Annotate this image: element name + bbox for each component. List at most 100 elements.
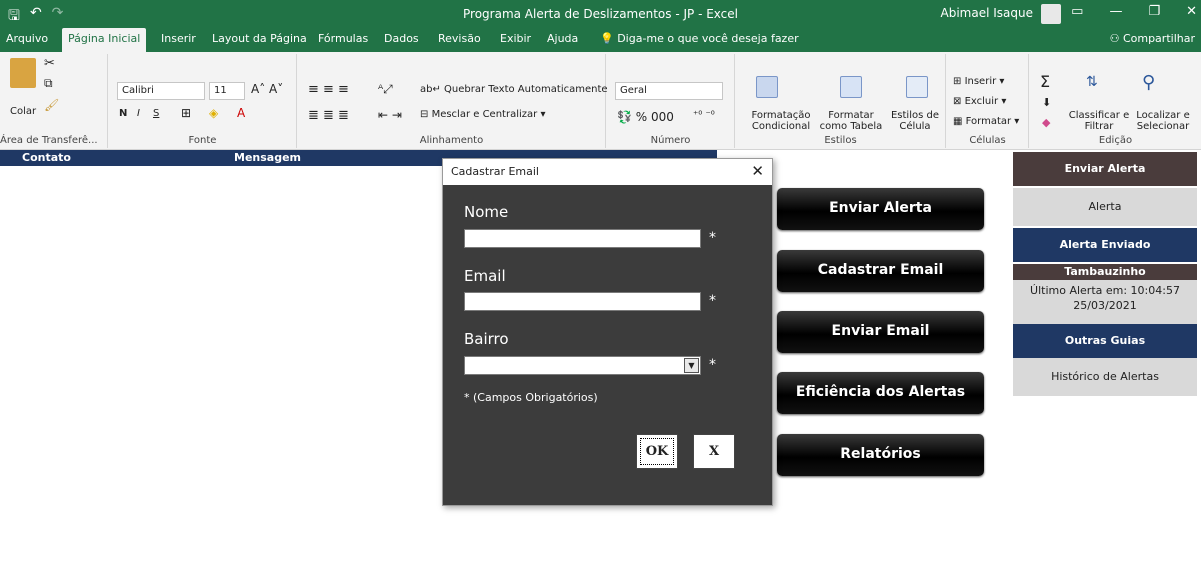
sort-filter-icon[interactable]: ⇅ <box>1086 74 1098 90</box>
cadastrar-email-button[interactable]: Cadastrar Email <box>777 250 984 292</box>
header-mensagem: Mensagem <box>234 151 302 164</box>
bold-icon[interactable]: N <box>119 108 127 119</box>
format-table-button[interactable]: Formatar como Tabela <box>816 110 886 132</box>
clear-icon[interactable]: ◆ <box>1042 116 1050 129</box>
font-label: Fonte <box>188 135 217 146</box>
find-select-button[interactable]: Localizar e Selecionar <box>1130 110 1196 132</box>
wrap-icon: ab↵ <box>420 84 445 95</box>
ribbon: Colar ✂ ⧉ 🖌 Área de Transferê... Calibri… <box>0 52 1201 150</box>
tab-arquivo[interactable]: Arquivo <box>6 32 48 45</box>
merge-center-button[interactable]: ⊟ Mesclar e Centralizar ▾ <box>420 109 545 120</box>
tab-inserir[interactable]: Inserir <box>161 32 196 45</box>
tab-revisao[interactable]: Revisão <box>438 32 481 45</box>
cadastrar-email-dialog: Cadastrar Email ✕ Nome * Email * Bairro … <box>442 158 773 506</box>
tell-me-box[interactable]: 💡 Diga-me o que você deseja fazer <box>600 32 799 45</box>
dropdown-arrow-icon[interactable]: ▼ <box>684 358 699 373</box>
format-icon: ▦ <box>953 116 966 127</box>
header-contato: Contato <box>22 151 71 164</box>
merge-icon: ⊟ <box>420 109 432 120</box>
relatorios-button[interactable]: Relatórios <box>777 434 984 476</box>
copy-icon[interactable]: ⧉ <box>44 76 53 91</box>
close-window-icon[interactable]: ✕ <box>1186 4 1197 19</box>
insert-cells-button[interactable]: ⊞ Inserir ▾ <box>953 76 1004 87</box>
nome-input[interactable] <box>464 229 701 248</box>
paste-icon[interactable] <box>10 58 36 88</box>
email-required-mark: * <box>709 293 716 309</box>
tab-pagina-inicial[interactable]: Página Inicial <box>62 28 147 52</box>
conditional-format-button[interactable]: Formatação Condicional <box>746 110 816 132</box>
panel-ultimo-alerta: Último Alerta em: 10:04:57 25/03/2021 <box>1013 280 1197 324</box>
required-fields-note: * (Campos Obrigatórios) <box>464 391 598 404</box>
find-icon[interactable]: ⚲ <box>1142 72 1155 93</box>
conditional-format-icon[interactable] <box>756 76 778 98</box>
maximize-icon[interactable]: ❐ <box>1148 4 1160 19</box>
panel-enviar-alerta[interactable]: Enviar Alerta <box>1013 152 1197 186</box>
avatar[interactable] <box>1041 4 1061 24</box>
paste-label[interactable]: Colar <box>10 106 36 117</box>
autosum-icon[interactable]: Σ <box>1040 72 1050 91</box>
ribbon-display-icon[interactable]: ▭ <box>1071 4 1083 19</box>
font-size-box[interactable]: 11 <box>209 82 245 100</box>
bairro-select[interactable]: ▼ <box>464 356 701 375</box>
group-number: Geral 💱 % 000 ⁺⁰ ⁻⁰ Número <box>607 54 735 148</box>
email-label: Email <box>464 267 506 285</box>
cell-styles-icon[interactable] <box>906 76 928 98</box>
fill-icon[interactable]: ⬇ <box>1042 96 1051 109</box>
tab-layout[interactable]: Layout da Página <box>212 32 307 45</box>
format-table-icon[interactable] <box>840 76 862 98</box>
nome-label: Nome <box>464 203 509 221</box>
align-top-icon[interactable]: ≡ ≡ ≡ <box>308 82 349 97</box>
panel-outras-guias[interactable]: Outras Guias <box>1013 324 1197 358</box>
alignment-label: Alinhamento <box>419 135 484 146</box>
orientation-icon[interactable]: ᴬ⤢ <box>378 82 393 97</box>
bairro-required-mark: * <box>709 357 716 373</box>
cell-styles-button[interactable]: Estilos de Célula <box>886 110 944 132</box>
enviar-email-button[interactable]: Enviar Email <box>777 311 984 353</box>
tab-ajuda[interactable]: Ajuda <box>547 32 578 45</box>
indent-icon[interactable]: ⇤ ⇥ <box>378 108 402 122</box>
clipboard-label: Área de Transferê... <box>0 135 98 146</box>
sort-filter-button[interactable]: Classificar e Filtrar <box>1066 110 1132 132</box>
format-cells-button[interactable]: ▦ Formatar ▾ <box>953 116 1019 127</box>
borders-icon[interactable]: ⊞ <box>181 106 191 120</box>
eficiencia-alertas-button[interactable]: Eficiência dos Alertas <box>777 372 984 414</box>
tab-exibir[interactable]: Exibir <box>500 32 531 45</box>
panel-historico[interactable]: Histórico de Alertas <box>1013 358 1197 396</box>
ribbon-tabs: Arquivo Página Inicial Inserir Layout da… <box>0 28 1201 52</box>
tab-dados[interactable]: Dados <box>384 32 419 45</box>
fill-color-icon[interactable]: ◈ <box>209 106 218 120</box>
user-name[interactable]: Abimael Isaque <box>941 6 1033 20</box>
font-color-icon[interactable]: A <box>237 106 245 120</box>
grow-font-icon[interactable]: A˄ A˅ <box>251 82 283 96</box>
panel-alerta: Alerta <box>1013 188 1197 226</box>
ok-button[interactable]: OK <box>636 434 678 469</box>
cancel-button[interactable]: X <box>693 434 735 469</box>
wrap-text-button[interactable]: ab↵ Quebrar Texto Automaticamente <box>420 84 608 95</box>
panel-bairro: Tambauzinho <box>1013 264 1197 280</box>
tab-formulas[interactable]: Fórmulas <box>318 32 368 45</box>
minimize-icon[interactable]: — <box>1109 4 1122 19</box>
group-font: Calibri 11 A˄ A˅ N I S ⊞ ◈ A Fonte <box>109 54 297 148</box>
close-icon[interactable]: ✕ <box>751 162 764 180</box>
underline-icon[interactable]: S <box>153 108 159 119</box>
number-format-box[interactable]: Geral <box>615 82 723 100</box>
share-button[interactable]: ⚇ Compartilhar <box>1110 32 1195 45</box>
font-name-box[interactable]: Calibri <box>117 82 205 100</box>
ultimo-alerta-time: Último Alerta em: 10:04:57 <box>1030 284 1180 297</box>
currency-icon[interactable]: 💱 % 000 <box>617 110 674 124</box>
enviar-alerta-button[interactable]: Enviar Alerta <box>777 188 984 230</box>
italic-icon[interactable]: I <box>137 108 140 119</box>
cut-icon[interactable]: ✂ <box>44 56 55 71</box>
number-label: Número <box>650 135 691 146</box>
email-input[interactable] <box>464 292 701 311</box>
delete-cells-button[interactable]: ⊠ Excluir ▾ <box>953 96 1006 107</box>
align-left-icon[interactable]: ≣ ≣ ≣ <box>308 108 349 123</box>
title-bar: 🖫 ↶ ↷ Programa Alerta de Deslizamentos -… <box>0 0 1201 28</box>
dialog-title-bar: Cadastrar Email ✕ <box>443 159 772 185</box>
group-cells: ⊞ Inserir ▾ ⊠ Excluir ▾ ▦ Formatar ▾ Cél… <box>947 54 1029 148</box>
group-editing: Σ ⬇ ◆ ⇅ ⚲ Classificar e Filtrar Localiza… <box>1030 54 1201 148</box>
group-clipboard: Colar ✂ ⧉ 🖌 Área de Transferê... <box>0 54 108 148</box>
decimal-icon[interactable]: ⁺⁰ ⁻⁰ <box>693 110 715 121</box>
format-painter-icon[interactable]: 🖌 <box>44 98 59 112</box>
bairro-label: Bairro <box>464 330 509 348</box>
